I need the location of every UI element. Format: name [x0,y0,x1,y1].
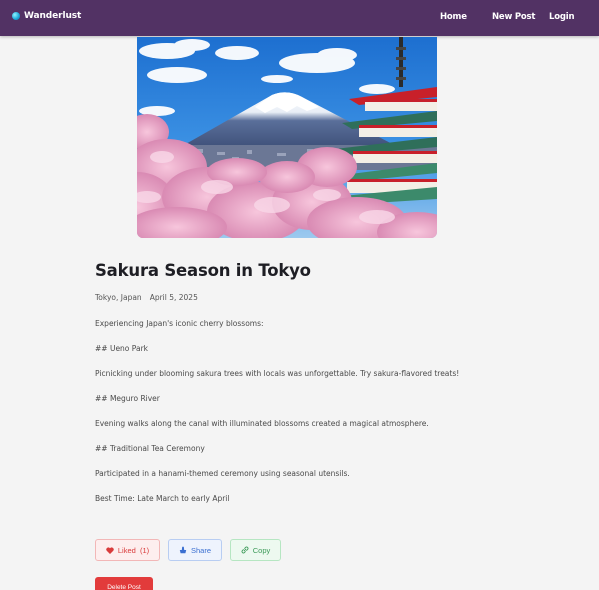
globe-icon [12,12,20,20]
post-paragraph: ## Traditional Tea Ceremony [95,444,205,453]
share-label: Share [190,545,211,555]
delete-post-button[interactable]: Delete Post [95,577,153,590]
post-date: April 5, 2025 [149,293,198,302]
post-location: Tokyo, Japan [95,293,142,302]
post-title: Sakura Season in Tokyo [95,261,311,280]
like-count: (1) [139,545,150,555]
post-actions: Liked (1) Share Copy [95,539,289,561]
post-paragraph: Evening walks along the canal with illum… [95,419,429,428]
heart-icon [106,546,114,554]
copy-label: Copy [252,545,271,555]
nav-new-post-link[interactable]: New Post [492,12,535,22]
brand-name: Wanderlust [24,11,82,21]
post-paragraph: Experiencing Japan's iconic cherry bloss… [95,319,264,328]
navbar: Wanderlust Home New Post Login [0,0,599,36]
link-icon [241,546,249,554]
share-button[interactable]: Share [168,539,222,561]
nav-login-link[interactable]: Login [549,12,575,22]
share-icon [179,546,187,554]
post-paragraph: ## Meguro River [95,394,160,403]
post-paragraph: Best Time: Late March to early April [95,494,230,503]
post-paragraph: Picnicking under blooming sakura trees w… [95,369,460,378]
post-paragraph: Participated in a hanami-themed ceremony… [95,469,350,478]
post-meta: Tokyo, Japan April 5, 2025 [95,293,198,302]
like-label: Liked [117,545,136,555]
post-content: Experiencing Japan's iconic cherry bloss… [95,318,465,518]
copy-button[interactable]: Copy [230,539,281,561]
nav-home-link[interactable]: Home [440,12,467,22]
post-paragraph: ## Ueno Park [95,344,148,353]
brand-logo[interactable]: Wanderlust [12,11,81,21]
post-hero-image [137,37,437,238]
like-button[interactable]: Liked (1) [95,539,160,561]
